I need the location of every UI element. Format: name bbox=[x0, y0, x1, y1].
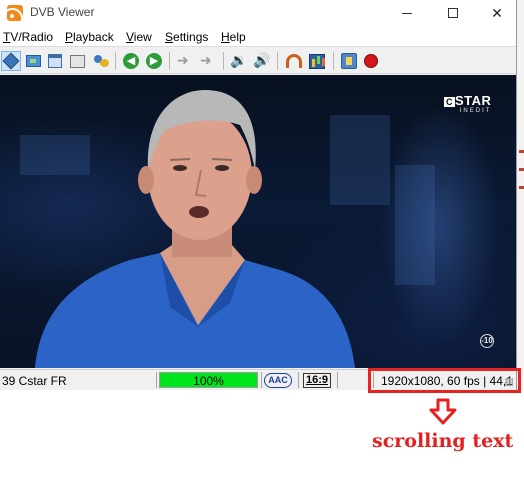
menu-playback[interactable]: Playback bbox=[65, 30, 114, 44]
channel-logo-box: C bbox=[444, 97, 455, 107]
status-separator bbox=[337, 372, 338, 388]
aac-audio-icon: AAC bbox=[264, 373, 292, 388]
screenshot-icon bbox=[25, 55, 41, 67]
menu-bar: TV/Radio Playback View Settings Help bbox=[0, 26, 516, 47]
age-rating-badge: -10 bbox=[480, 334, 494, 348]
minimize-button[interactable] bbox=[384, 0, 430, 26]
menu-settings[interactable]: Settings bbox=[165, 30, 208, 44]
status-separator bbox=[156, 372, 157, 388]
close-button[interactable]: ✕ bbox=[474, 0, 520, 26]
annotation-highlight-box bbox=[368, 368, 521, 393]
video-display[interactable]: C STAR INEDIT -10 bbox=[0, 75, 516, 368]
annotation-label: scrolling text bbox=[372, 430, 514, 452]
volume-down-button[interactable]: 🔉 bbox=[229, 51, 249, 71]
current-channel: 39 Cstar FR bbox=[2, 374, 67, 388]
toolbar-separator bbox=[333, 52, 334, 70]
channel-logo: C STAR INEDIT bbox=[444, 93, 491, 114]
volume-up-button[interactable]: 🔊 bbox=[252, 51, 272, 71]
fullscreen-mode-icon bbox=[2, 52, 20, 70]
channel-list-button[interactable] bbox=[91, 51, 111, 71]
record-icon bbox=[364, 54, 378, 68]
fullscreen-mode-button[interactable] bbox=[1, 51, 21, 71]
previous-channel-button[interactable]: ◀ bbox=[121, 51, 141, 71]
menu-playback-mnemonic: P bbox=[65, 30, 74, 44]
window-mode-icon bbox=[48, 54, 62, 68]
timeshift-icon bbox=[286, 54, 302, 68]
signal-strength-bar: 100% bbox=[159, 372, 258, 388]
options-icon bbox=[341, 53, 357, 69]
volume-down-icon: 🔉 bbox=[230, 53, 248, 69]
title-bar[interactable]: DVB Viewer ✕ bbox=[0, 0, 516, 26]
previous-channel-icon: ◀ bbox=[123, 53, 139, 69]
menu-help-mnemonic: H bbox=[221, 30, 230, 44]
toolbar-separator bbox=[223, 52, 224, 70]
menu-tv-radio[interactable]: TV/Radio bbox=[3, 30, 53, 44]
background-window-mark bbox=[519, 168, 524, 171]
back-button[interactable]: ➜ bbox=[175, 51, 195, 71]
channel-logo-main: C STAR bbox=[444, 93, 491, 108]
menu-playback-label: layback bbox=[73, 30, 114, 44]
background-window-mark bbox=[519, 150, 524, 153]
close-icon: ✕ bbox=[491, 4, 503, 21]
background-window-mark bbox=[519, 186, 524, 189]
maximize-button[interactable] bbox=[430, 0, 476, 26]
menu-tv-radio-label: V/Radio bbox=[10, 30, 54, 44]
forward-button[interactable]: ➜ bbox=[198, 51, 218, 71]
signal-strength-text: 100% bbox=[193, 374, 224, 388]
minimize-icon bbox=[402, 12, 412, 14]
menu-help-label: elp bbox=[229, 30, 246, 44]
toolbar: ◀ ▶ ➜ ➜ 🔉 🔊 bbox=[0, 48, 516, 74]
forward-icon: ➜ bbox=[200, 53, 212, 69]
channel-logo-text: STAR bbox=[455, 93, 492, 108]
menu-settings-mnemonic: S bbox=[165, 30, 174, 44]
status-separator bbox=[298, 372, 299, 388]
next-channel-icon: ▶ bbox=[146, 53, 162, 69]
toolbar-separator bbox=[277, 52, 278, 70]
maximize-icon bbox=[448, 8, 458, 18]
osd-panel-icon bbox=[69, 54, 85, 68]
next-channel-button[interactable]: ▶ bbox=[144, 51, 164, 71]
volume-up-icon: 🔊 bbox=[253, 53, 271, 69]
epg-button[interactable] bbox=[307, 51, 327, 71]
timeshift-button[interactable] bbox=[284, 51, 304, 71]
menu-help[interactable]: Help bbox=[221, 30, 246, 44]
rss-app-icon bbox=[7, 5, 23, 21]
menu-view-mnemonic: V bbox=[126, 30, 134, 44]
menu-view[interactable]: View bbox=[126, 30, 152, 44]
channel-list-icon bbox=[93, 54, 109, 68]
toolbar-separator bbox=[169, 52, 170, 70]
screenshot-button[interactable] bbox=[23, 51, 43, 71]
menu-settings-label: ettings bbox=[173, 30, 209, 44]
window-title: DVB Viewer bbox=[30, 5, 95, 19]
annotation-down-arrow-icon bbox=[429, 398, 457, 425]
status-separator bbox=[261, 372, 262, 388]
back-icon: ➜ bbox=[177, 53, 189, 69]
toolbar-separator bbox=[115, 52, 116, 70]
channel-logo-sub: INEDIT bbox=[459, 108, 492, 114]
osd-panel-button[interactable] bbox=[67, 51, 87, 71]
options-button[interactable] bbox=[339, 51, 359, 71]
dvb-viewer-window: DVB Viewer ✕ TV/Radio Playback View Sett… bbox=[0, 0, 517, 390]
aspect-ratio-indicator[interactable]: 16:9 bbox=[303, 373, 331, 388]
record-button[interactable] bbox=[361, 51, 381, 71]
presenter-image bbox=[35, 90, 355, 368]
background-window-edge bbox=[516, 0, 524, 390]
menu-view-label: iew bbox=[133, 30, 152, 44]
epg-chart-icon bbox=[309, 53, 325, 69]
window-mode-button[interactable] bbox=[45, 51, 65, 71]
